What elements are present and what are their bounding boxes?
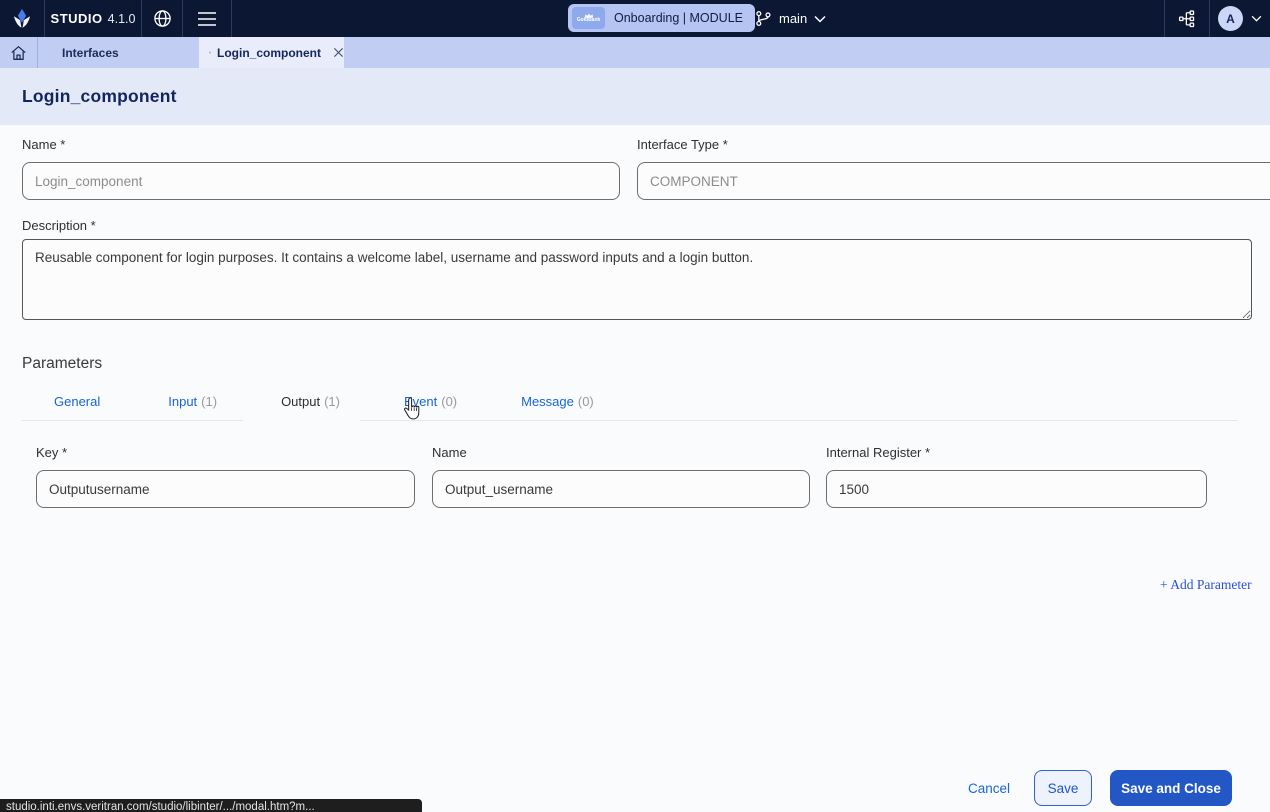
page-title: Login_component [22,86,177,107]
top-navbar: STUDIO 4.1.0 GoldBank [0,0,1270,37]
add-parameter-link[interactable]: + Add Parameter [1160,577,1252,593]
param-tab-output[interactable]: Output (1) [281,394,340,409]
param-name-label: Name [432,445,467,460]
git-branch-icon [755,10,772,27]
studio-app-window: STUDIO 4.1.0 GoldBank [0,0,1270,812]
save-and-close-button[interactable]: Save and Close [1110,770,1232,806]
cancel-button[interactable]: Cancel [962,773,1016,804]
veritran-logo-icon [11,8,33,30]
param-tab-input-label: Input [168,394,197,409]
goldbank-logo: GoldBank [572,7,605,29]
interface-type-field[interactable] [637,162,1270,200]
param-tab-output-label: Output [281,394,320,409]
param-key-field[interactable] [36,470,415,508]
param-tab-event-label: Event [404,394,437,409]
chevron-down-icon [814,15,826,23]
goldbank-logo-text: GoldBank [577,18,601,23]
hamburger-icon [197,11,217,27]
param-tab-output-count: (1) [324,394,340,409]
close-icon [333,47,344,58]
home-button[interactable] [0,37,38,68]
param-tab-general-label: General [54,394,100,409]
page-header: Login_component [0,68,1270,125]
globe-icon [153,9,172,28]
interface-doc-icon [209,45,211,60]
brand-version: 4.1.0 [108,12,136,26]
brand-name: STUDIO [51,11,103,26]
tab-interfaces[interactable]: Interfaces [38,37,199,68]
branch-selector[interactable]: main [755,0,826,37]
divider [231,0,232,37]
document-tabbar: Interfaces Login_component [0,37,1270,68]
environment-map-button[interactable] [1165,0,1209,37]
brand: STUDIO 4.1.0 [45,0,141,37]
veritran-logo[interactable] [0,0,44,37]
description-field[interactable]: Reusable component for login purposes. I… [22,239,1252,320]
param-internal-register-field[interactable] [826,470,1207,508]
param-tab-event[interactable]: Event (0) [404,394,457,409]
tabs-divider [360,420,1238,421]
parameters-tabs: General Input (1) Output (1) Event (0) M… [54,394,594,409]
description-label: Description * [22,218,96,233]
tab-login-component[interactable]: Login_component [199,37,344,68]
context-badge-label: Onboarding | MODULE [614,11,743,25]
tab-login-component-label: Login_component [217,46,321,60]
chevron-down-icon [1251,15,1262,22]
main-menu-button[interactable] [183,0,231,37]
tab-interfaces-label: Interfaces [62,46,119,60]
avatar: A [1218,6,1243,31]
home-icon [10,45,27,61]
param-tab-input[interactable]: Input (1) [168,394,217,409]
param-tab-input-count: (1) [201,394,217,409]
status-url-tooltip: studio.inti.envs.veritran.com/studio/lib… [0,799,422,812]
user-menu[interactable]: A [1210,0,1270,37]
param-tab-message[interactable]: Message (0) [521,394,594,409]
param-tab-message-count: (0) [578,394,594,409]
param-internal-register-label: Internal Register * [826,445,930,460]
param-key-label: Key * [36,445,67,460]
branch-name: main [779,11,807,26]
footer-actions: Cancel Save Save and Close [962,770,1232,806]
param-name-field[interactable] [432,470,810,508]
parameters-heading: Parameters [22,355,102,373]
language-button[interactable] [142,0,182,37]
interface-type-label: Interface Type * [637,137,728,152]
tabs-divider [22,420,243,421]
context-badge[interactable]: GoldBank Onboarding | MODULE [568,4,755,32]
name-field[interactable] [22,162,620,200]
save-button[interactable]: Save [1034,770,1092,806]
name-field-label: Name * [22,137,65,152]
sitemap-icon [1178,10,1196,28]
param-tab-event-count: (0) [441,394,457,409]
param-tab-general[interactable]: General [54,394,104,409]
param-tab-message-label: Message [521,394,574,409]
tab-close-button[interactable] [333,47,344,58]
